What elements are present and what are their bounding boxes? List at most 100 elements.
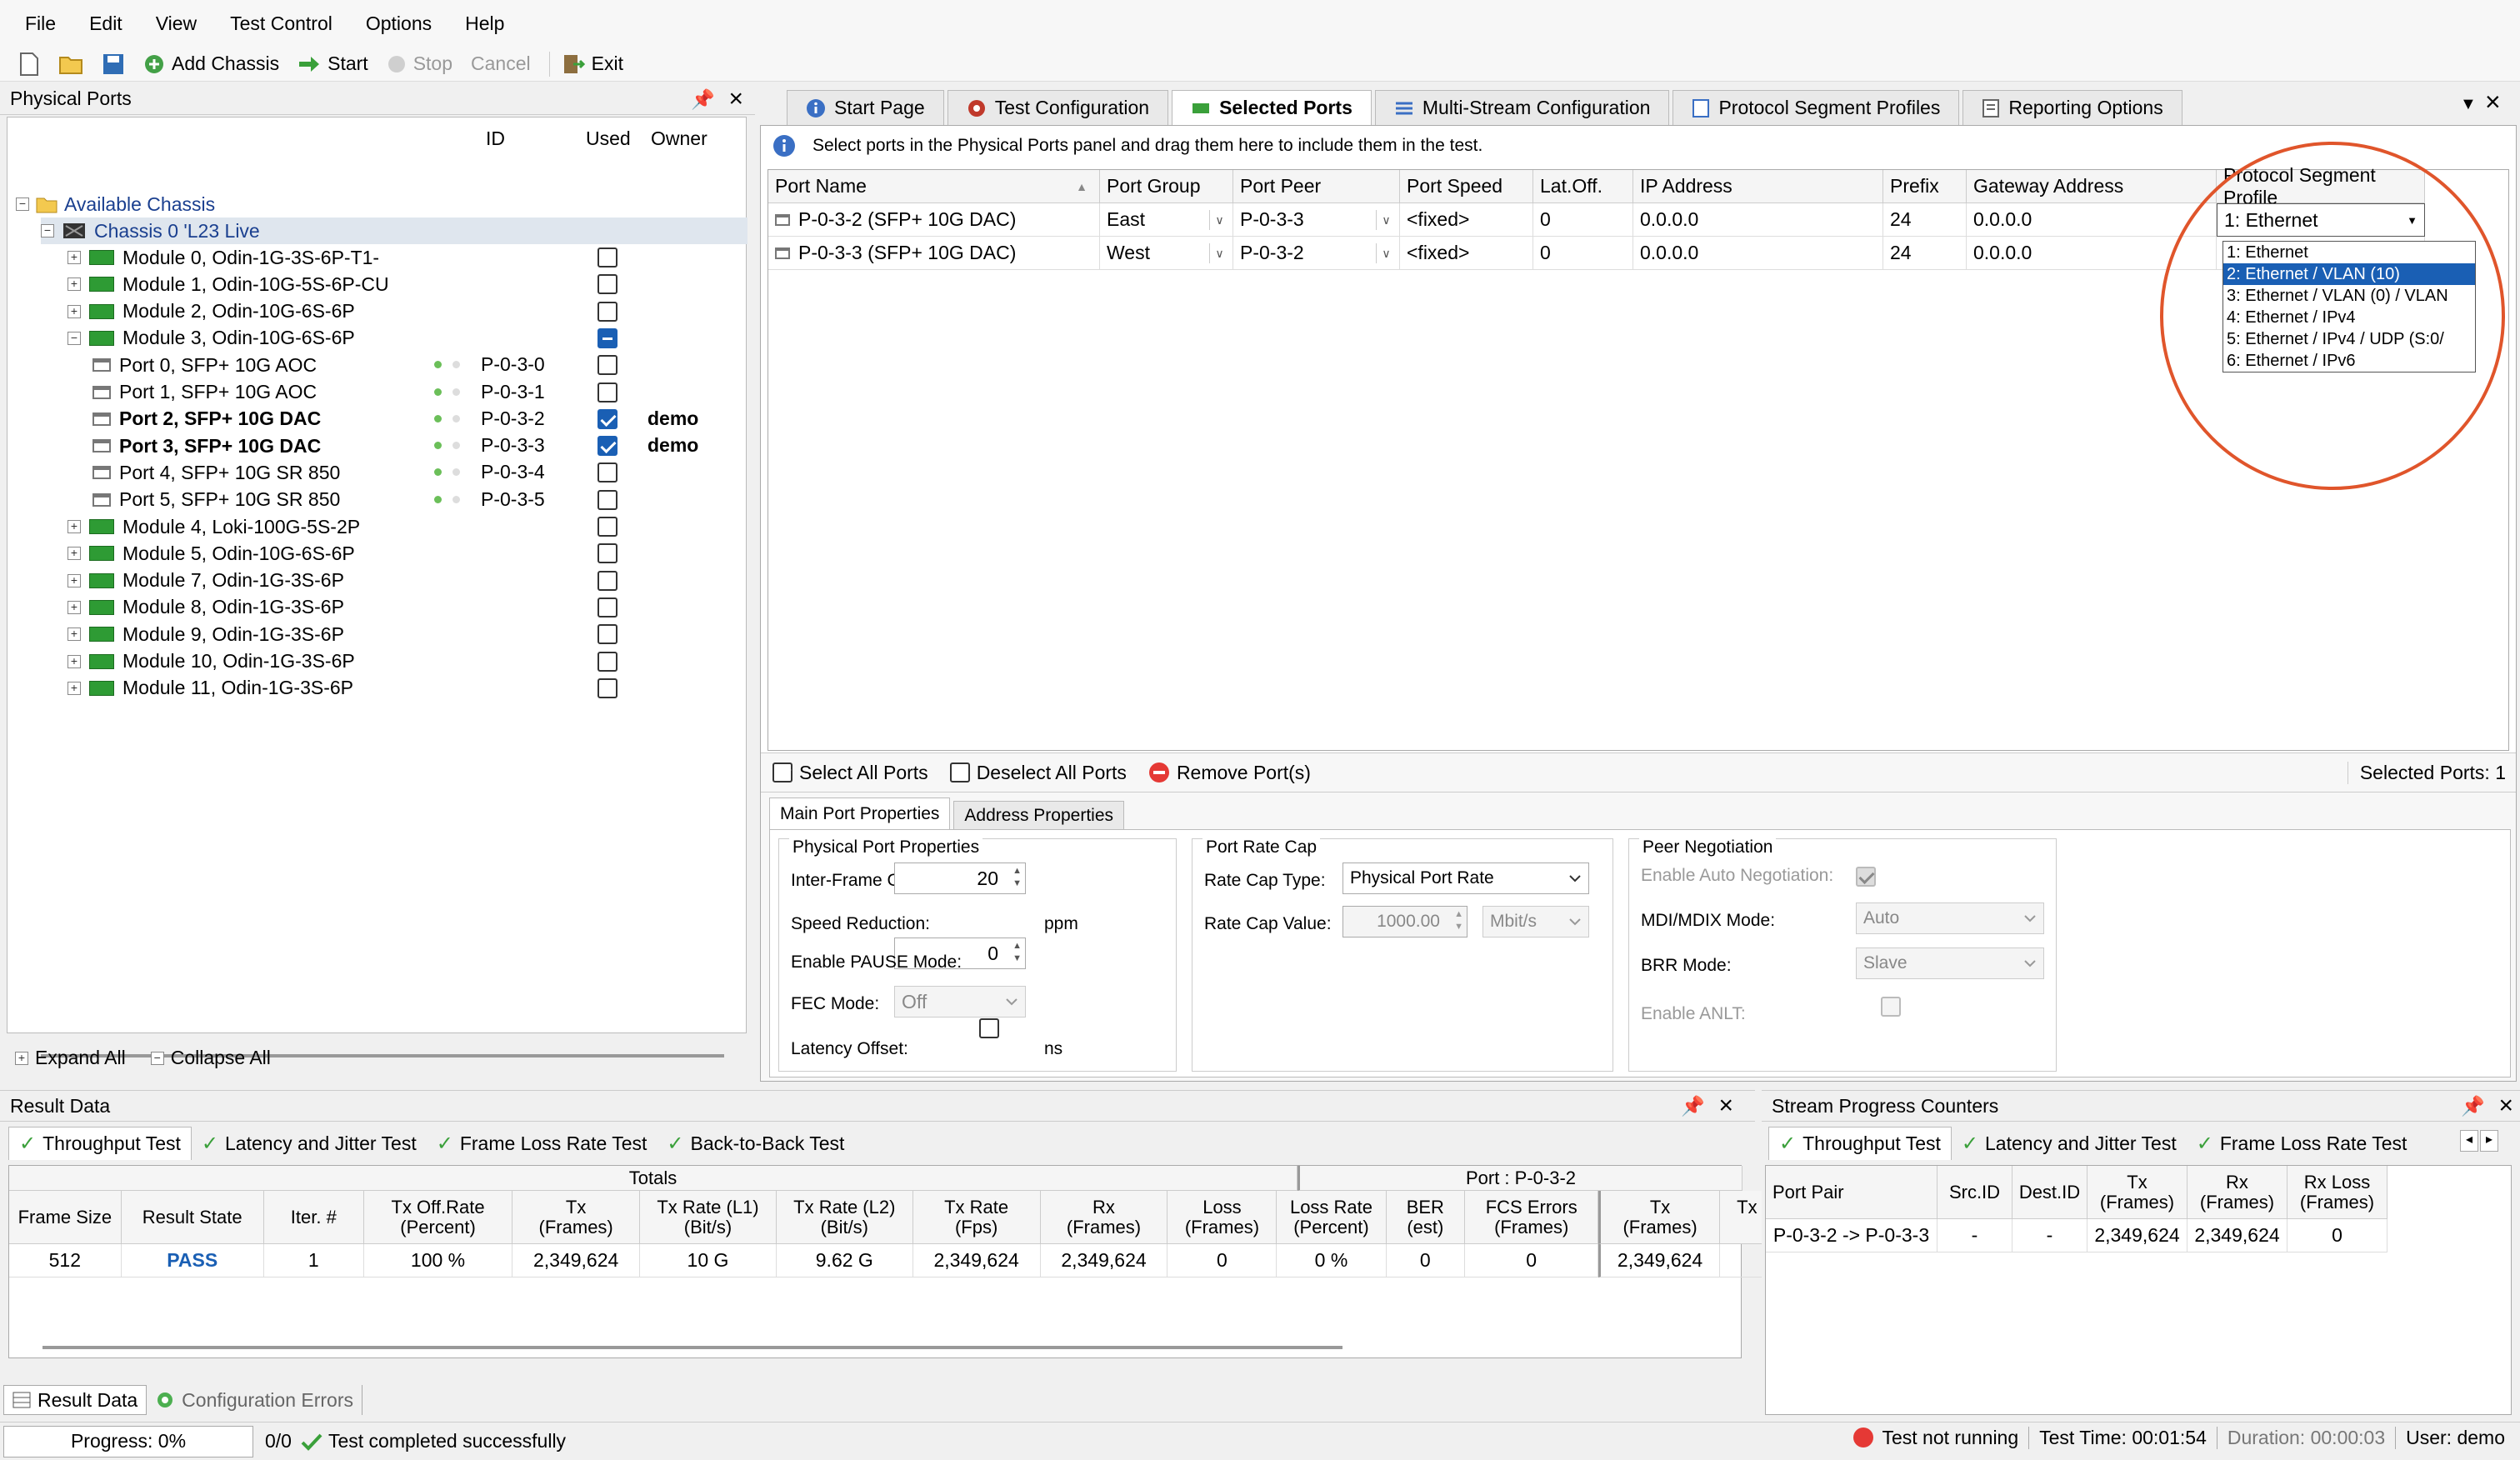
menu-help[interactable]: Help xyxy=(465,12,504,35)
pause-mode-checkbox[interactable] xyxy=(979,1018,999,1038)
expand-toggle[interactable]: + xyxy=(68,600,81,614)
results-header[interactable]: BER (est) xyxy=(1386,1191,1466,1244)
header-lat-off[interactable]: Lat.Off. xyxy=(1533,170,1633,203)
tab-frame-loss-rate-test[interactable]: ✓ Frame Loss Rate Test xyxy=(427,1127,658,1160)
menu-test-control[interactable]: Test Control xyxy=(230,12,332,35)
tab-protocol-segment-profiles[interactable]: Protocol Segment Profiles xyxy=(1672,90,1960,125)
rate-cap-unit-select[interactable]: Mbit/s xyxy=(1482,906,1589,938)
collapse-all-button[interactable]: − Collapse All xyxy=(150,1047,271,1069)
tree-port-item[interactable]: Port 4, SFP+ 10G SR 850 P-0-3-4 xyxy=(92,459,618,486)
tab-multi-stream-configuration[interactable]: Multi-Stream Configuration xyxy=(1374,90,1670,125)
tree-port-item[interactable]: Port 1, SFP+ 10G AOC P-0-3-1 xyxy=(92,379,618,406)
tab-latency-and-jitter-test[interactable]: ✓ Latency and Jitter Test xyxy=(192,1127,427,1160)
used-checkbox[interactable] xyxy=(598,570,618,591)
header-port-peer[interactable]: Port Peer xyxy=(1233,170,1400,203)
results-header[interactable]: FCS Errors (Frames) xyxy=(1465,1191,1599,1244)
tree-module-item[interactable]: + Module 9, Odin-1G-3S-6P xyxy=(68,621,618,648)
used-checkbox[interactable] xyxy=(598,248,618,268)
menu-options[interactable]: Options xyxy=(366,12,432,35)
expand-toggle[interactable]: + xyxy=(68,547,81,561)
cancel-button[interactable]: Cancel xyxy=(471,48,531,81)
header-port-name[interactable]: Port Name ▲ xyxy=(768,170,1100,203)
spinner-arrows-icon[interactable]: ▲ ▼ xyxy=(1454,908,1463,933)
fec-mode-select[interactable]: Off xyxy=(894,986,1026,1018)
add-chassis-button[interactable]: Add Chassis xyxy=(143,48,279,81)
close-icon[interactable]: × xyxy=(728,85,743,113)
header-ip-address[interactable]: IP Address xyxy=(1633,170,1883,203)
spinner-arrows-icon[interactable]: ▲ ▼ xyxy=(1012,940,1022,965)
remove-ports-button[interactable]: Remove Port(s) xyxy=(1148,762,1311,784)
tab-latency-and-jitter-test[interactable]: ✓ Latency and Jitter Test xyxy=(1952,1127,2187,1160)
close-icon[interactable]: × xyxy=(1718,1092,1733,1120)
header-prefix[interactable]: Prefix xyxy=(1883,170,1967,203)
header-port-group[interactable]: Port Group xyxy=(1100,170,1233,203)
used-checkbox[interactable] xyxy=(598,651,618,672)
tree-port-item[interactable]: Port 3, SFP+ 10G DAC P-0-3-3 demo xyxy=(92,432,698,459)
port-cell-peer[interactable]: P-0-3-2 ∨ xyxy=(1233,237,1400,270)
tree-module-item[interactable]: + Module 11, Odin-1G-3S-6P xyxy=(68,675,618,702)
stream-header[interactable]: Port Pair xyxy=(1766,1166,1938,1219)
collapse-toggle[interactable]: − xyxy=(68,331,81,345)
tab-scroll-left-icon[interactable]: ◂ xyxy=(2460,1130,2478,1152)
tab-throughput-test[interactable]: ✓ Throughput Test xyxy=(8,1127,192,1160)
tab-result-data[interactable]: Result Data xyxy=(3,1385,148,1415)
tree-port-item[interactable]: Port 5, SFP+ 10G SR 850 P-0-3-5 xyxy=(92,487,618,513)
expand-toggle[interactable]: + xyxy=(68,520,81,533)
tab-back-to-back-test[interactable]: ✓ Back-to-Back Test xyxy=(657,1127,854,1160)
tree-module-item[interactable]: + Module 1, Odin-10G-5S-6P-CU xyxy=(68,271,618,298)
close-icon[interactable]: × xyxy=(2498,1092,2513,1120)
results-header[interactable]: Iter. # xyxy=(263,1191,364,1244)
used-checkbox[interactable] xyxy=(598,678,618,698)
port-cell-group[interactable]: East ∨ xyxy=(1100,203,1233,237)
used-checkbox[interactable] xyxy=(598,301,618,322)
results-header[interactable]: Tx (Frames) xyxy=(1598,1191,1720,1244)
tab-scroll-right-icon[interactable]: ▸ xyxy=(2480,1130,2498,1152)
tree-port-item[interactable]: Port 0, SFP+ 10G AOC P-0-3-0 xyxy=(92,352,618,378)
tab-configuration-errors[interactable]: Configuration Errors xyxy=(147,1385,362,1415)
expand-toggle[interactable]: + xyxy=(68,654,81,668)
tab-start-page[interactable]: Start Page xyxy=(787,90,944,125)
used-checkbox[interactable] xyxy=(598,382,618,402)
auto-negotiation-checkbox[interactable] xyxy=(1856,866,1876,887)
used-checkbox[interactable] xyxy=(598,355,618,376)
anlt-checkbox[interactable] xyxy=(1881,996,1902,1017)
stream-header[interactable]: Rx (Frames) xyxy=(2188,1166,2288,1219)
tree-module-item[interactable]: + Module 2, Odin-10G-6S-6P xyxy=(68,298,618,325)
tree-module-item[interactable]: + Module 0, Odin-1G-3S-6P-T1- xyxy=(68,244,618,271)
rate-cap-value-spinner[interactable]: 1000.00 ▲ ▼ xyxy=(1342,906,1468,938)
tab-test-configuration[interactable]: Test Configuration xyxy=(947,90,1169,125)
results-header[interactable]: Frame Size xyxy=(9,1191,122,1244)
tab-address-properties[interactable]: Address Properties xyxy=(953,801,1125,829)
stream-header[interactable]: Src.ID xyxy=(1938,1166,2012,1219)
results-header[interactable]: Tx (Frames) xyxy=(512,1191,641,1244)
tab-reporting-options[interactable]: Reporting Options xyxy=(1962,90,2182,125)
tree-chassis[interactable]: − Chassis 0 'L23 Live xyxy=(41,218,748,244)
results-hscrollbar[interactable] xyxy=(42,1346,1342,1349)
tab-frame-loss-rate-test[interactable]: ✓ Frame Loss Rate Test xyxy=(2187,1127,2418,1160)
chevron-down-icon[interactable]: ∨ xyxy=(1209,243,1229,263)
results-header[interactable]: Result State xyxy=(121,1191,264,1244)
pin-icon[interactable]: 📌 xyxy=(1681,1095,1705,1118)
chevron-down-icon[interactable]: ∨ xyxy=(1209,210,1229,230)
deselect-all-ports-button[interactable]: Deselect All Ports xyxy=(949,762,1127,784)
spinner-arrows-icon[interactable]: ▲ ▼ xyxy=(1012,865,1022,890)
collapse-toggle[interactable]: − xyxy=(41,224,54,238)
tree-module-item[interactable]: + Module 10, Odin-1G-3S-6P xyxy=(68,648,618,675)
chevron-down-icon[interactable]: ∨ xyxy=(1376,210,1396,230)
tab-selected-ports[interactable]: Selected Ports xyxy=(1172,90,1372,125)
tree-module-item[interactable]: − Module 3, Odin-10G-6S-6P xyxy=(68,325,618,352)
brr-mode-select[interactable]: Slave xyxy=(1856,948,2044,979)
collapse-toggle[interactable]: − xyxy=(16,198,29,211)
used-checkbox[interactable] xyxy=(598,436,618,457)
used-checkbox[interactable] xyxy=(598,274,618,295)
chevron-down-icon[interactable]: ∨ xyxy=(1376,243,1396,263)
stream-header[interactable]: Tx (Frames) xyxy=(2088,1166,2188,1219)
tab-list-dropdown-icon[interactable]: ▼ xyxy=(2460,95,2477,114)
used-checkbox[interactable] xyxy=(598,543,618,564)
port-cell-peer[interactable]: P-0-3-3 ∨ xyxy=(1233,203,1400,237)
tab-main-port-properties[interactable]: Main Port Properties xyxy=(769,798,951,829)
used-checkbox[interactable] xyxy=(598,328,618,348)
close-tab-icon[interactable]: × xyxy=(2485,87,2501,118)
stop-button[interactable]: Stop xyxy=(387,48,452,81)
expand-toggle[interactable]: + xyxy=(68,304,81,318)
